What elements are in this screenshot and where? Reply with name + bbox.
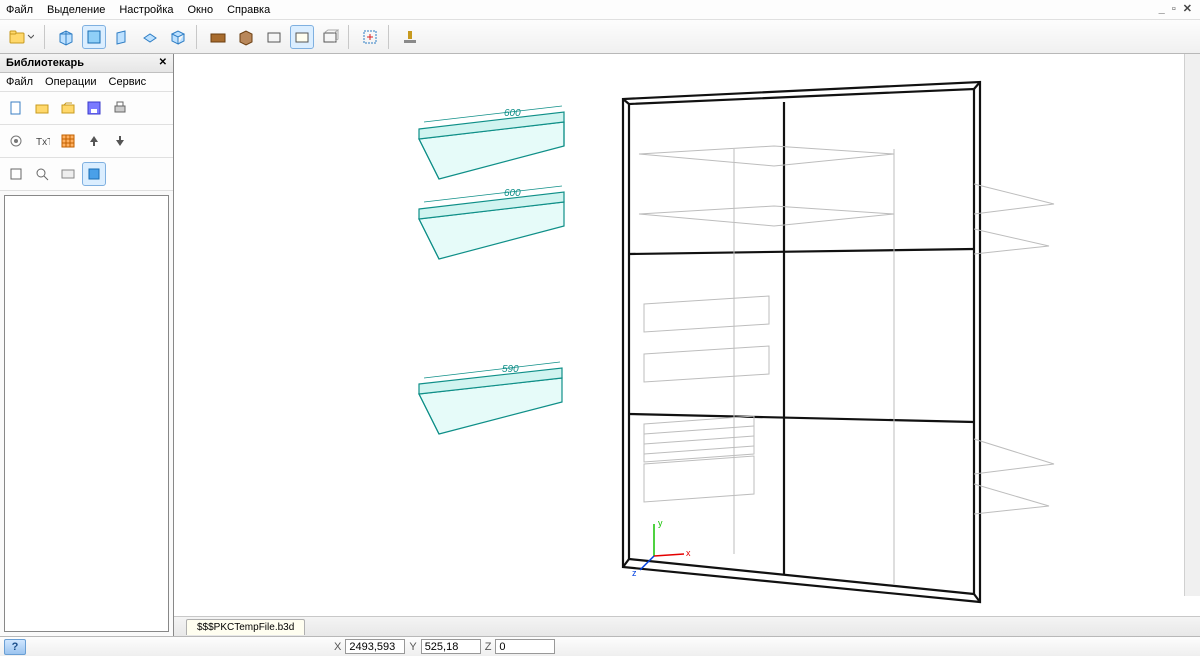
wire-box-1-button[interactable] <box>262 25 286 49</box>
wire-box-2-button[interactable] <box>290 25 314 49</box>
dim-label-3: 590 <box>502 364 519 375</box>
open-folder-2-icon[interactable] <box>56 96 80 120</box>
svg-text:x: x <box>686 548 691 558</box>
svg-text:y: y <box>658 518 663 528</box>
lens-icon[interactable] <box>30 162 54 186</box>
menu-file[interactable]: Файл <box>6 4 33 16</box>
corner-shelf-1 <box>419 112 564 179</box>
menu-window[interactable]: Окно <box>188 4 214 16</box>
side-panel-title-label: Библиотекарь <box>6 57 84 69</box>
library-tree[interactable] <box>4 195 169 632</box>
coord-z-label: Z <box>485 641 492 653</box>
cube-top-button[interactable] <box>138 25 162 49</box>
cube-side-button[interactable] <box>110 25 134 49</box>
coord-y-input[interactable] <box>421 639 481 654</box>
wardrobe-internals <box>639 146 1054 584</box>
side-menu-ops[interactable]: Операции <box>45 76 96 88</box>
document-tab-label: $$$PKCTempFile.b3d <box>197 622 294 633</box>
corner-shelf-3 <box>419 368 562 434</box>
pedestal-button[interactable] <box>398 25 422 49</box>
menu-help[interactable]: Справка <box>227 4 270 16</box>
coord-y-label: Y <box>409 641 416 653</box>
document-tab[interactable]: $$$PKCTempFile.b3d <box>186 619 305 635</box>
canvas-3d[interactable]: 600 600 590 <box>174 54 1200 616</box>
cube-perspective-button[interactable] <box>54 25 78 49</box>
new-file-icon[interactable] <box>4 96 28 120</box>
grid-icon[interactable] <box>56 129 80 153</box>
save-icon[interactable] <box>82 96 106 120</box>
close-icon[interactable]: ✕ <box>159 57 167 68</box>
open-folder-icon[interactable] <box>30 96 54 120</box>
svg-text:z: z <box>632 568 637 578</box>
up-arrow-icon[interactable] <box>82 129 106 153</box>
panel-icon[interactable] <box>56 162 80 186</box>
menu-settings[interactable]: Настройка <box>119 4 173 16</box>
viewport: 600 600 590 <box>174 54 1200 636</box>
axes-triad: y x z <box>632 518 691 578</box>
main-toolbar <box>0 20 1200 54</box>
coord-readout: X Y Z <box>334 639 555 654</box>
wardrobe-frame <box>623 82 980 602</box>
text-icon[interactable]: TxT <box>30 129 54 153</box>
window-controls[interactable]: _ ▫ ✕ <box>1159 2 1194 15</box>
coord-x-input[interactable] <box>345 639 405 654</box>
scrollbar-vertical[interactable] <box>1184 54 1200 596</box>
document-tabbar: $$$PKCTempFile.b3d <box>174 616 1200 636</box>
side-toolbar-3 <box>0 158 173 191</box>
settings-icon[interactable] <box>4 129 28 153</box>
side-panel-title: Библиотекарь ✕ <box>0 54 173 73</box>
side-submenu: Файл Операции Сервис <box>0 73 173 92</box>
menubar: Файл Выделение Настройка Окно Справка _ … <box>0 0 1200 20</box>
down-arrow-icon[interactable] <box>108 129 132 153</box>
print-icon[interactable] <box>108 96 132 120</box>
cube-iso-button[interactable] <box>166 25 190 49</box>
coord-z-input[interactable] <box>495 639 555 654</box>
drawing-svg: 600 600 590 <box>174 54 1184 614</box>
selection-rect-button[interactable] <box>358 25 382 49</box>
material-box-button[interactable] <box>234 25 258 49</box>
wire-box-3-button[interactable] <box>318 25 342 49</box>
menu-selection[interactable]: Выделение <box>47 4 105 16</box>
folder-dropdown-button[interactable] <box>4 25 38 49</box>
blue-square-icon[interactable] <box>82 162 106 186</box>
dim-label-2: 600 <box>504 188 521 199</box>
material-wood-button[interactable] <box>206 25 230 49</box>
side-toolbar-1 <box>0 92 173 125</box>
side-menu-service[interactable]: Сервис <box>109 76 147 88</box>
statusbar: ? X Y Z <box>0 636 1200 656</box>
side-toolbar-2: TxT <box>0 125 173 158</box>
svg-text:TxT: TxT <box>36 137 50 148</box>
tool-1-icon[interactable] <box>4 162 28 186</box>
coord-x-label: X <box>334 641 341 653</box>
dim-label-1: 600 <box>504 108 521 119</box>
help-button[interactable]: ? <box>4 639 26 655</box>
side-menu-file[interactable]: Файл <box>6 76 33 88</box>
side-panel: Библиотекарь ✕ Файл Операции Сервис TxT <box>0 54 174 636</box>
cube-front-button[interactable] <box>82 25 106 49</box>
corner-shelf-2 <box>419 192 564 259</box>
